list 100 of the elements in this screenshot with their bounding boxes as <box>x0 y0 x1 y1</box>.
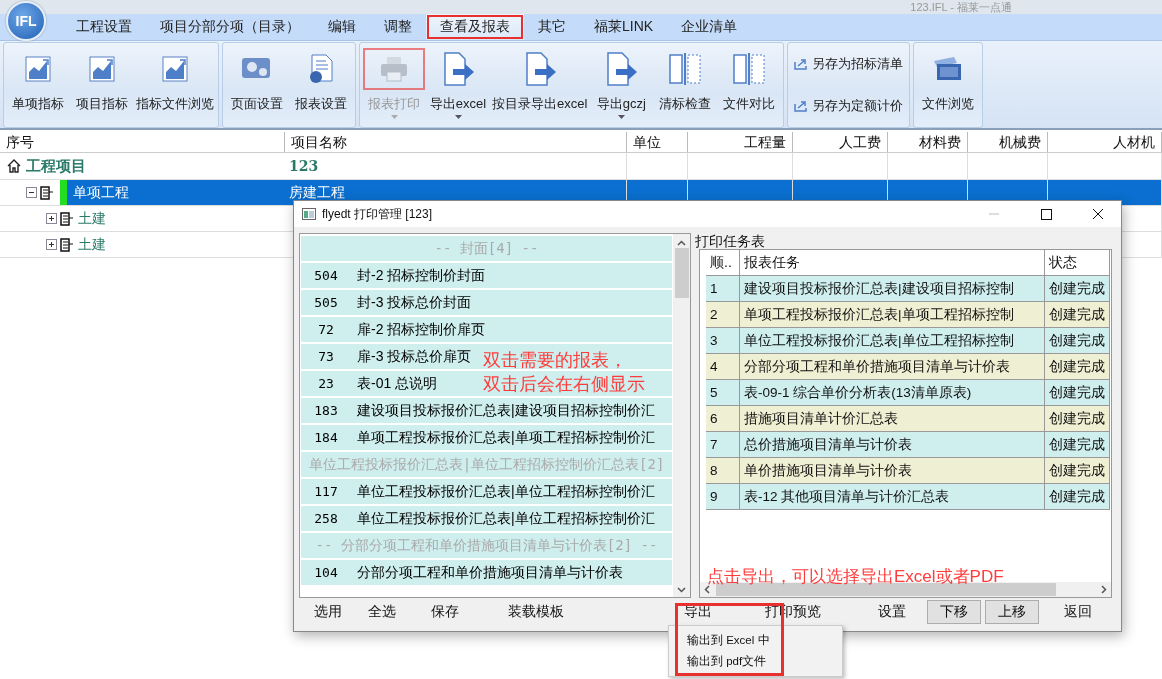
scroll-left-icon[interactable] <box>704 585 710 594</box>
menu-tab[interactable]: 编辑 <box>314 14 370 40</box>
menu-tab[interactable]: 查看及报表 <box>426 14 524 40</box>
save-as-icon <box>794 58 809 70</box>
scroll-thumb[interactable] <box>716 583 1056 596</box>
table-cell: 创建完成 <box>1045 406 1110 431</box>
menu-tab[interactable]: 工程设置 <box>62 14 146 40</box>
column-header[interactable]: 项目名称 <box>285 132 627 152</box>
dialog-button[interactable]: 选用 <box>312 601 344 623</box>
table-cell: 创建完成 <box>1045 458 1110 483</box>
tree-item[interactable]: 单项工程 <box>60 180 285 205</box>
table-cell: 123 <box>285 153 627 179</box>
scroll-up-icon[interactable] <box>677 240 686 246</box>
column-header[interactable]: 人工费 <box>793 132 888 152</box>
ribbon-button[interactable]: 导出gczj <box>589 43 654 127</box>
expand-icon[interactable] <box>46 239 57 250</box>
column-header[interactable]: 机械费 <box>968 132 1048 152</box>
menu-item[interactable]: 输出到 Excel 中 <box>687 633 770 648</box>
table-cell: 单位工程投标报价汇总表|单位工程招标控制 <box>740 328 1045 353</box>
ribbon-button[interactable]: 导出excel <box>426 43 490 127</box>
column-header[interactable]: 材料费 <box>888 132 968 152</box>
column-header[interactable]: 顺.. <box>706 250 740 275</box>
dialog-button[interactable]: 下移 <box>926 600 981 624</box>
tree-item[interactable]: 土建 <box>76 206 285 231</box>
table-cell: 4 <box>706 354 740 379</box>
report-item[interactable]: 183 建设项目投标报价汇总表|建设项目招标控制价汇 <box>301 398 672 423</box>
dialog-button[interactable]: 保存 <box>429 601 461 623</box>
chart-icon <box>88 55 116 83</box>
dialog-button[interactable]: 装载模板 <box>506 601 566 623</box>
export-document-icon <box>441 51 475 87</box>
table-cell: 表-09-1 综合单价分析表(13清单原表) <box>740 380 1045 405</box>
chart-icon <box>24 55 52 83</box>
expand-icon[interactable] <box>46 213 57 224</box>
report-item[interactable]: 258 单位工程投标报价汇总表|单位工程招标控制价汇 <box>301 506 672 531</box>
dialog-button[interactable]: 全选 <box>366 601 398 623</box>
table-cell: 总价措施项目清单与计价表 <box>740 432 1045 457</box>
table-cell: 1 <box>706 276 740 301</box>
table-cell: 创建完成 <box>1045 328 1110 353</box>
ribbon-button[interactable]: 另存为定额计价 <box>794 97 904 115</box>
annotation-text: 双击后会在右侧显示 <box>483 373 645 397</box>
ribbon-button[interactable]: 文件对比 <box>717 43 782 127</box>
menu-tab[interactable]: 福莱LINK <box>580 14 668 40</box>
table-cell: 创建完成 <box>1045 484 1110 509</box>
ribbon-button[interactable]: 项目指标 <box>70 43 134 127</box>
table-cell: 措施项目清单计价汇总表 <box>740 406 1045 431</box>
dialog-title: flyedt 打印管理 [123] <box>322 205 434 223</box>
menu-tab[interactable]: 调整 <box>370 14 426 40</box>
report-item[interactable]: 104 分部分项工程和单价措施项目清单与计价表 <box>301 560 672 585</box>
table-cell: 分部分项工程和单价措施项目清单与计价表 <box>740 354 1045 379</box>
column-header[interactable]: 报表任务 <box>740 250 1045 275</box>
table-cell: 7 <box>706 432 740 457</box>
column-header[interactable]: 序号 <box>0 132 285 152</box>
tree-item[interactable]: 土建 <box>76 232 285 257</box>
dialog-button[interactable]: 返回 <box>1062 601 1094 623</box>
annotation-text: 双击需要的报表， <box>483 349 628 372</box>
ribbon-button[interactable]: 清标检查 <box>653 43 718 127</box>
scroll-down-icon[interactable] <box>677 587 686 593</box>
scroll-thumb[interactable] <box>674 248 689 298</box>
menu-item[interactable]: 输出到 pdf文件 <box>687 654 767 669</box>
report-item[interactable]: 117 单位工程投标报价汇总表|单位工程招标控制价汇 <box>301 479 672 504</box>
export-document-icon <box>604 51 639 87</box>
table-cell: 6 <box>706 406 740 431</box>
table-cell: 3 <box>706 328 740 353</box>
category-header: -- 分部分项工程和单价措施项目清单与计价表[2] -- <box>301 533 672 558</box>
scroll-right-icon[interactable] <box>1101 585 1107 594</box>
panel-title: 打印任务表 <box>695 233 766 249</box>
report-item[interactable]: 72 扉-2 招标控制价扉页 <box>301 317 672 342</box>
ribbon-button[interactable]: 按目录导出excel <box>490 43 590 127</box>
table-cell: 2 <box>706 302 740 327</box>
table-cell: 创建完成 <box>1045 302 1110 327</box>
report-item[interactable]: 505 封-3 投标总价封面 <box>301 290 672 315</box>
compare-document-icon <box>668 52 703 86</box>
table-cell: 创建完成 <box>1045 354 1110 379</box>
ribbon-button[interactable]: 页面设置 <box>225 43 289 127</box>
tree-node-icon <box>60 237 74 252</box>
column-header[interactable]: 人材机 <box>1048 132 1162 152</box>
column-header[interactable]: 工程量 <box>688 132 793 152</box>
report-item[interactable]: 184 单项工程投标报价汇总表|单项工程招标控制价汇 <box>301 425 672 450</box>
column-header[interactable]: 单位 <box>627 132 688 152</box>
ribbon-button[interactable]: 报表设置 <box>289 43 353 127</box>
tree-item[interactable]: 工程项目 <box>24 153 285 179</box>
ribbon-button[interactable]: 单项指标 <box>6 43 70 127</box>
window-icon <box>302 208 316 220</box>
report-item[interactable]: 504 封-2 招标控制价封面 <box>301 263 672 288</box>
printer-icon <box>379 55 409 83</box>
column-header[interactable]: 状态 <box>1045 250 1110 275</box>
tree-node-icon <box>40 185 54 200</box>
menu-tab[interactable]: 企业清单 <box>667 14 752 40</box>
menu-tab[interactable]: 项目分部分项（目录） <box>146 14 314 40</box>
collapse-icon[interactable] <box>26 187 37 198</box>
house-icon <box>6 158 22 174</box>
table-cell: 建设项目投标报价汇总表|建设项目招标控制 <box>740 276 1045 301</box>
dialog-button[interactable]: 设置 <box>876 601 908 623</box>
dialog-button[interactable]: 上移 <box>985 600 1039 624</box>
ribbon-button[interactable]: 另存为招标清单 <box>794 55 904 73</box>
menu-tab[interactable]: 其它 <box>524 14 580 40</box>
scrollbar[interactable] <box>673 234 690 597</box>
category-header: 单位工程投标报价汇总表|单位工程招标控制价汇总表[2] <box>301 452 672 477</box>
ribbon-button[interactable]: 指标文件浏览 <box>134 43 216 127</box>
ribbon-button[interactable]: 文件浏览 <box>916 43 981 127</box>
